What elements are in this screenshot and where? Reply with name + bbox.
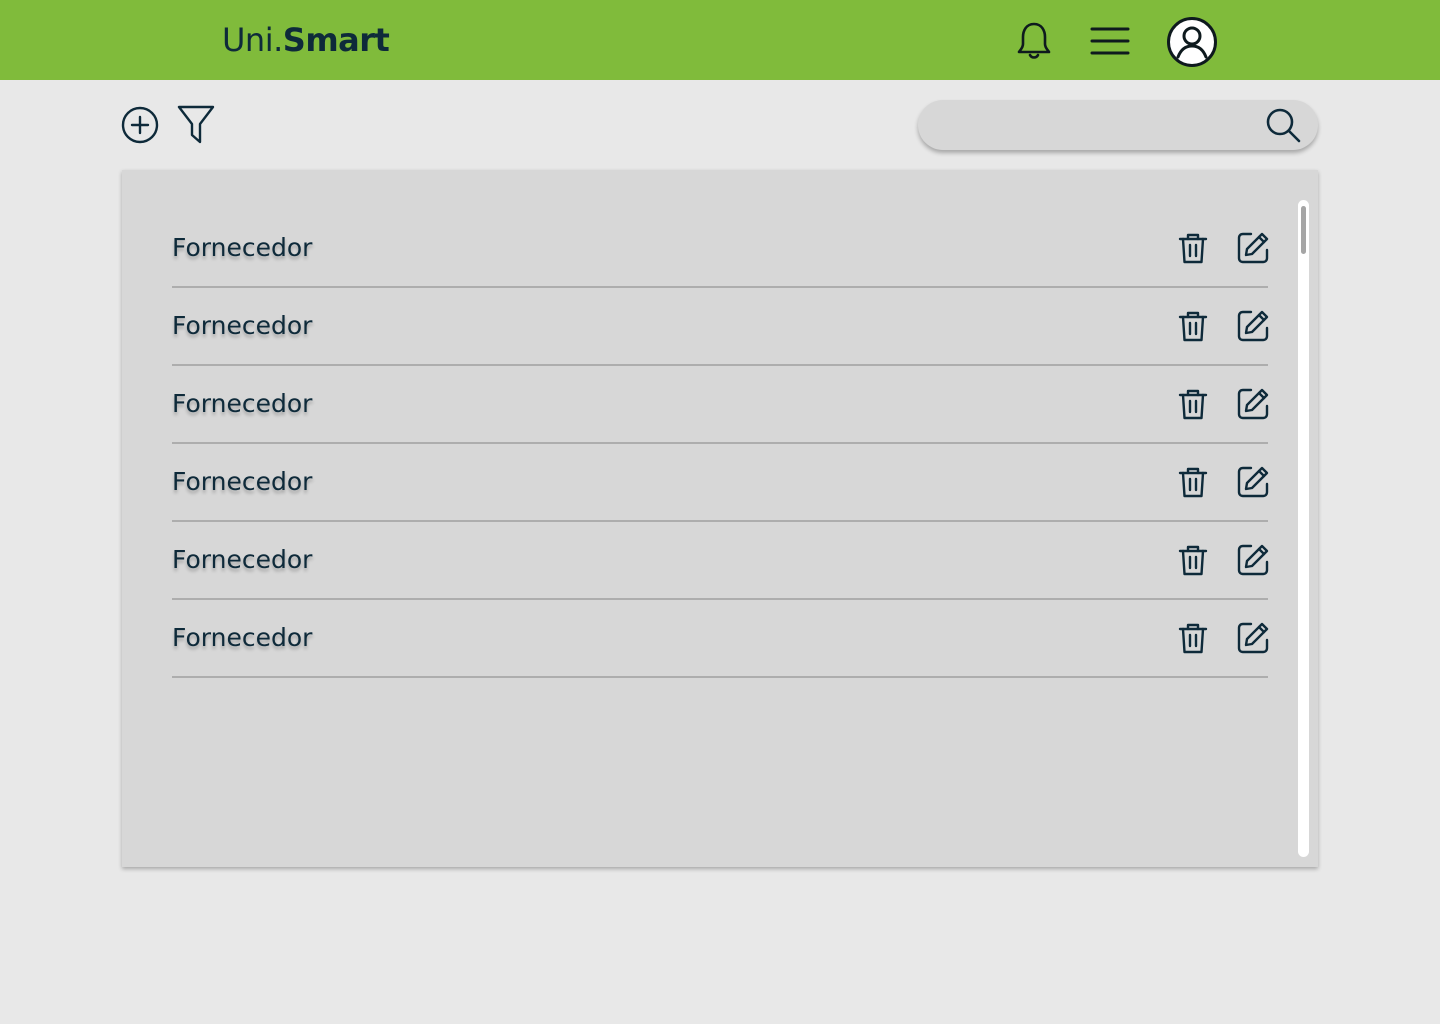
- search-icon[interactable]: [1264, 106, 1302, 144]
- list-item-label: Fornecedor: [172, 311, 313, 340]
- edit-icon[interactable]: [1235, 230, 1271, 266]
- logo-text-uni: Uni.: [222, 21, 283, 59]
- top-bar: Uni.Smart: [0, 0, 1440, 80]
- list-item-label: Fornecedor: [172, 467, 313, 496]
- list-scrollbar[interactable]: [1298, 200, 1309, 857]
- list-item-label: Fornecedor: [172, 623, 313, 652]
- list-item[interactable]: Fornecedor: [172, 366, 1271, 444]
- edit-icon[interactable]: [1235, 542, 1271, 578]
- logo-text-smart: Smart: [282, 21, 390, 59]
- trash-icon[interactable]: [1175, 230, 1211, 266]
- search-input[interactable]: [940, 100, 1260, 150]
- supplier-list-panel: Fornecedor Fornecedor Fornecedor Fornece…: [122, 170, 1318, 867]
- app-logo[interactable]: Uni.Smart: [222, 20, 390, 60]
- list-item[interactable]: Fornecedor: [172, 210, 1271, 288]
- list-item-label: Fornecedor: [172, 545, 313, 574]
- edit-icon[interactable]: [1235, 386, 1271, 422]
- list-item[interactable]: Fornecedor: [172, 600, 1271, 678]
- edit-icon[interactable]: [1235, 308, 1271, 344]
- filter-icon[interactable]: [176, 104, 216, 146]
- trash-icon[interactable]: [1175, 464, 1211, 500]
- list-item-label: Fornecedor: [172, 233, 313, 262]
- user-circle-icon[interactable]: [1166, 16, 1218, 68]
- edit-icon[interactable]: [1235, 464, 1271, 500]
- bell-icon[interactable]: [1014, 20, 1054, 60]
- search-bar: [918, 100, 1318, 150]
- list-item[interactable]: Fornecedor: [172, 522, 1271, 600]
- menu-icon[interactable]: [1089, 22, 1131, 60]
- trash-icon[interactable]: [1175, 620, 1211, 656]
- list-item[interactable]: Fornecedor: [172, 444, 1271, 522]
- trash-icon[interactable]: [1175, 542, 1211, 578]
- trash-icon[interactable]: [1175, 386, 1211, 422]
- trash-icon[interactable]: [1175, 308, 1211, 344]
- scrollbar-thumb[interactable]: [1301, 206, 1306, 254]
- edit-icon[interactable]: [1235, 620, 1271, 656]
- list-item[interactable]: Fornecedor: [172, 288, 1271, 366]
- list-item-label: Fornecedor: [172, 389, 313, 418]
- plus-circle-icon[interactable]: [120, 105, 160, 145]
